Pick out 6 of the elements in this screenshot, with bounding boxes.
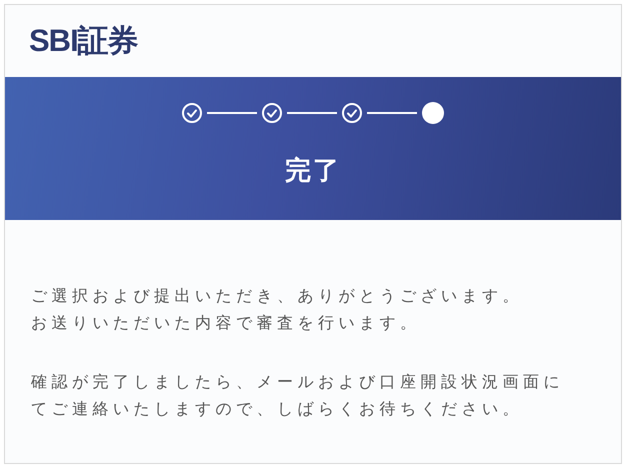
- status-title: 完了: [285, 155, 341, 188]
- message-line: お送りいただいた内容で審査を行います。: [31, 312, 420, 334]
- message-line: 確認が完了しましたら、メールおよび口座開設状況画面に: [31, 371, 564, 393]
- message-line: ご選択および提出いただき、ありがとうございます。: [31, 285, 523, 307]
- logo: SBI証券: [29, 22, 138, 60]
- message-line: てご連絡いたしますので、しばらくお待ちください。: [31, 398, 523, 420]
